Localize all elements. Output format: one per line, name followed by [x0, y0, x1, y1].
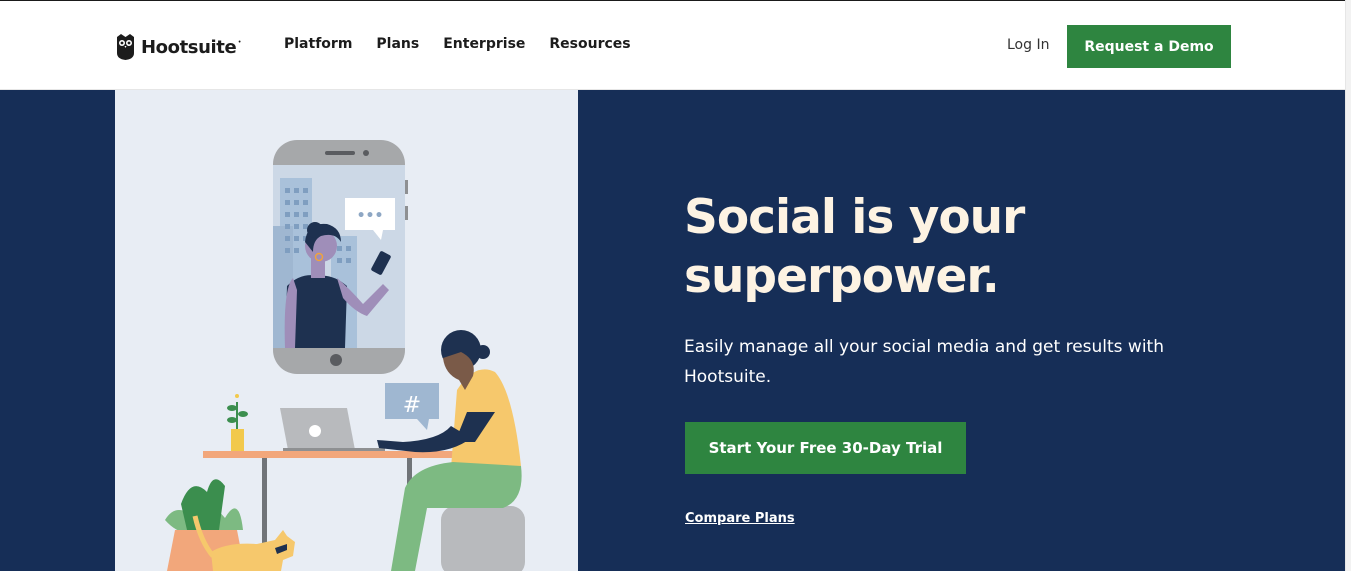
hero-subtext: Easily manage all your social media and …: [684, 337, 1165, 387]
chat-bubble-dots: •••: [357, 208, 384, 224]
hero-illustration-panel: ••• #: [115, 90, 578, 571]
start-free-trial-button[interactable]: Start Your Free 30-Day Trial: [685, 422, 966, 474]
login-link[interactable]: Log In: [1007, 37, 1049, 53]
hero-illustration: ••• #: [165, 140, 525, 571]
page-scrollbar[interactable]: [1345, 0, 1351, 571]
logo-wordmark: Hootsuite: [141, 36, 237, 58]
hootsuite-logo-link[interactable]: Hootsuite •: [116, 33, 241, 61]
hero-headline: Social is your superpower.: [684, 188, 1104, 306]
main-nav: Platform Plans Enterprise Resources: [284, 36, 631, 52]
hero-section: ••• # Social is your superpower. Easily …: [0, 90, 1345, 571]
hero-headline-line-1: Social is your: [684, 190, 1025, 245]
site-header: Hootsuite • Platform Plans Enterprise Re…: [0, 1, 1345, 90]
logo-registered-mark: •: [238, 38, 241, 46]
hero-headline-line-2: superpower.: [684, 249, 1000, 304]
request-demo-button[interactable]: Request a Demo: [1067, 25, 1231, 68]
page: Hootsuite • Platform Plans Enterprise Re…: [0, 0, 1351, 571]
nav-platform[interactable]: Platform: [284, 36, 352, 52]
compare-plans-link[interactable]: Compare Plans: [685, 511, 795, 526]
hootsuite-owl-icon: [117, 34, 134, 60]
nav-plans[interactable]: Plans: [376, 36, 419, 52]
nav-resources[interactable]: Resources: [549, 36, 630, 52]
nav-enterprise[interactable]: Enterprise: [443, 36, 525, 52]
hashtag-bubble-text: #: [403, 393, 421, 418]
